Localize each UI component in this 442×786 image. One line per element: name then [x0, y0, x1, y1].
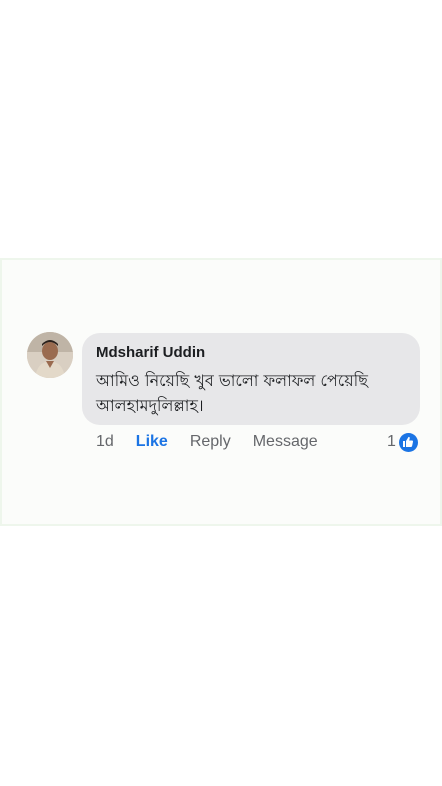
page: Mdsharif Uddin আমিও নিয়েছি খুব ভালো ফলা… [0, 0, 442, 786]
comment-timestamp[interactable]: 1d [96, 433, 114, 451]
comment-author[interactable]: Mdsharif Uddin [96, 344, 406, 362]
like-button[interactable]: Like [136, 433, 168, 451]
reaction-summary[interactable]: 1 [387, 431, 418, 453]
reply-button[interactable]: Reply [190, 433, 231, 451]
reaction-count: 1 [387, 433, 396, 450]
message-button[interactable]: Message [253, 433, 318, 451]
thumbs-up-icon [398, 432, 418, 452]
comment-bubble: Mdsharif Uddin আমিও নিয়েছি খুব ভালো ফলা… [82, 333, 420, 425]
avatar[interactable] [27, 332, 73, 378]
comment-actions: 1d Like Reply Message [96, 431, 318, 453]
avatar-photo [27, 332, 73, 378]
comment-text: আমিও নিয়েছি খুব ভালো ফলাফল পেয়েছি আলহা… [96, 371, 368, 415]
